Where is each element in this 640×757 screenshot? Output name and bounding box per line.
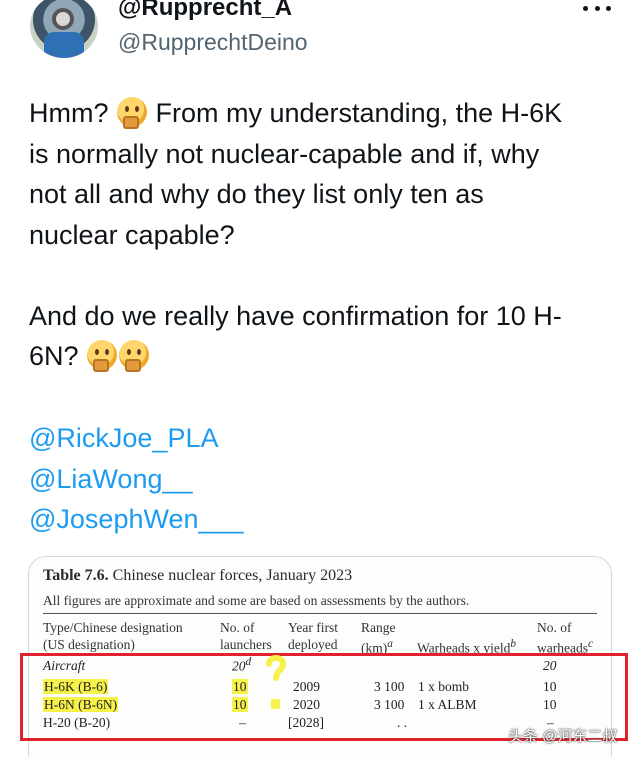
tweet-line: Hmm? From my understanding, the H-6K	[29, 97, 563, 129]
header-type: Type/Chinese designation (US designation)	[43, 620, 183, 652]
header-launchers: No. of launchers	[220, 620, 272, 652]
question-mark-annotation	[266, 655, 287, 681]
tweet-line: And do we really have confirmation for 1…	[29, 300, 562, 331]
author-display-name[interactable]: @Rupprecht_A	[118, 0, 292, 22]
thinking-face-icon	[117, 97, 147, 129]
tweet-line: not all and why do they list only ten as	[29, 179, 484, 209]
mention-link[interactable]: @LiaWong__	[29, 459, 244, 500]
mentions-list: @RickJoe_PLA @LiaWong__ @JosephWen___	[29, 418, 244, 540]
header-year: Year first deployed	[288, 620, 338, 652]
thinking-face-icon	[119, 340, 150, 372]
mention-link[interactable]: @RickJoe_PLA	[29, 418, 244, 459]
author-handle[interactable]: @RupprechtDeino	[118, 29, 308, 56]
tweet-line: 6N?	[29, 336, 619, 377]
avatar-figure	[44, 32, 84, 58]
header-warheads-count: No. of warheadsc	[537, 620, 593, 656]
avatar-goggle	[52, 8, 74, 30]
highlight-mark	[271, 699, 280, 709]
watermark: 头条 @河东二叔	[508, 728, 618, 745]
tweet-line: is normally not nuclear-capable and if, …	[29, 138, 540, 169]
table-subtitle: All figures are approximate and some are…	[43, 593, 470, 608]
thinking-face-icon	[87, 340, 118, 372]
tweet-line: nuclear capable?	[29, 219, 235, 250]
table-rule	[43, 613, 597, 614]
tweet-text: Hmm? From my understanding, the H-6K is …	[29, 93, 619, 377]
mention-link[interactable]: @JosephWen___	[29, 499, 244, 540]
more-options-icon[interactable]	[583, 0, 611, 16]
avatar[interactable]	[30, 0, 98, 58]
table-title: Table 7.6. Chinese nuclear forces, Janua…	[43, 567, 353, 584]
header-range: Range (km)a	[361, 620, 396, 656]
